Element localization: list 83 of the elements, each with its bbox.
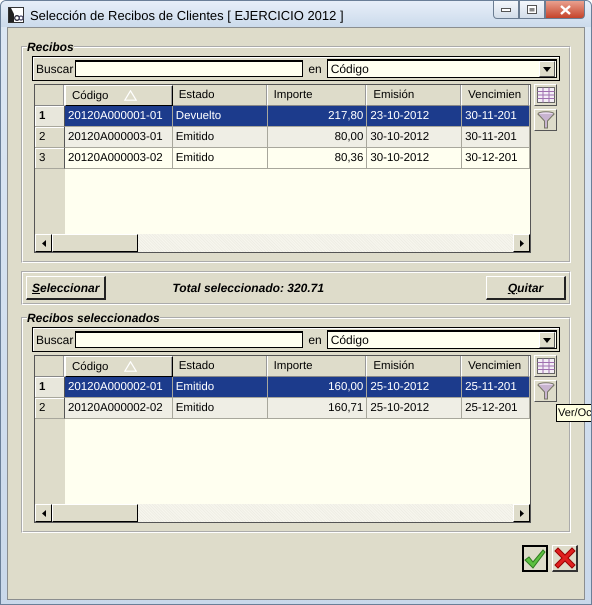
group-title: Recibos seleccionados (27, 311, 160, 325)
scroll-left-button[interactable] (35, 504, 52, 522)
column-header[interactable]: Importe (268, 356, 368, 377)
table-cell: 30-12-201 (462, 148, 530, 169)
columns-button[interactable] (534, 355, 557, 377)
scroll-right-button[interactable] (513, 234, 530, 252)
accept-button[interactable] (522, 545, 548, 572)
caret-icon (543, 66, 551, 72)
row-number: 1 (35, 377, 65, 398)
column-header[interactable]: Código (65, 85, 173, 106)
scroll-left-button[interactable] (35, 234, 52, 252)
dropdown-button[interactable] (539, 61, 555, 77)
remove-button[interactable]: Quitar (486, 276, 566, 300)
checkmark-icon (524, 548, 546, 568)
table-cell: 25-10-2012 (367, 398, 462, 419)
in-label: en (307, 332, 323, 346)
left-arrow-icon (42, 240, 46, 246)
filter-button[interactable] (534, 109, 557, 131)
minimize-button[interactable] (493, 1, 519, 19)
table-cell: 80,36 (268, 148, 368, 169)
in-label: en (307, 62, 323, 76)
app-icon (8, 7, 24, 23)
left-arrow-icon (42, 510, 46, 516)
columns-button[interactable] (534, 84, 557, 106)
caret-icon (543, 338, 551, 342)
row-number: 2 (35, 127, 65, 148)
select-button[interactable]: Seleccionar (26, 276, 106, 300)
funnel-icon (536, 111, 554, 129)
table-icon (536, 87, 554, 103)
scroll-thumb[interactable] (52, 234, 138, 252)
search-field[interactable] (75, 60, 304, 77)
column-header[interactable]: Importe (268, 85, 368, 106)
row-header-column (35, 169, 65, 234)
maximize-icon (527, 5, 537, 14)
close-icon (560, 4, 570, 14)
scroll-right-button[interactable] (513, 504, 530, 522)
table-row[interactable]: 2 20120A000003-01 Emitido 80,00 30-10-2012 30-11-201 (35, 127, 530, 148)
column-header[interactable]: Vencimien (462, 85, 530, 106)
horizontal-scrollbar[interactable] (35, 234, 530, 252)
maximize-button[interactable] (519, 1, 545, 19)
tooltip: Ver/Oc (556, 404, 591, 422)
table-cell: 20120A000002-02 (65, 398, 173, 419)
table-row[interactable]: 2 20120A000002-02 Emitido 160,71 25-10-2012 25-12-201 (35, 398, 530, 419)
horizontal-scrollbar[interactable] (35, 504, 530, 522)
table-cell: 20120A000003-02 (65, 148, 173, 169)
right-arrow-icon (520, 240, 524, 246)
table-cell: Emitido (172, 148, 268, 169)
column-dropdown[interactable]: Código (326, 330, 557, 349)
table-cell: 160,71 (268, 398, 368, 419)
minimize-icon (501, 8, 511, 12)
right-arrow-icon (520, 510, 524, 516)
column-header[interactable]: Código (65, 356, 173, 377)
group-title: Recibos (27, 40, 74, 54)
table-icon (536, 358, 554, 374)
column-dropdown[interactable]: Código (326, 59, 557, 78)
table-row[interactable]: 1 20120A000001-01 Devuelto 217,80 23-10-2012 30-11-201 (35, 106, 530, 127)
cancel-button[interactable] (552, 545, 578, 572)
cross-icon (554, 547, 576, 569)
dropdown-button[interactable] (539, 332, 555, 348)
table-cell: 25-12-201 (462, 398, 530, 419)
column-header[interactable]: Emisión (367, 85, 462, 106)
table-cell: Emitido (172, 398, 268, 419)
total-selected: Total seleccionado: 320.71 (172, 281, 326, 295)
row-number: 3 (35, 148, 65, 169)
row-number: 1 (35, 106, 65, 127)
column-header[interactable]: Vencimien (462, 356, 530, 377)
search-label: Buscar (35, 332, 74, 346)
table-cell: 30-10-2012 (367, 148, 462, 169)
column-header[interactable]: Estado (172, 85, 268, 106)
scroll-thumb[interactable] (52, 504, 138, 522)
search-label: Buscar (35, 62, 74, 76)
corner-header (35, 85, 65, 106)
close-button[interactable] (545, 1, 585, 19)
funnel-icon (536, 382, 554, 400)
column-header[interactable]: Estado (172, 356, 268, 377)
filter-button[interactable] (534, 380, 557, 402)
corner-header (35, 356, 65, 377)
window-title: Selección de Recibos de Clientes [ EJERCICIO 2012 ] (30, 8, 344, 22)
table-row[interactable]: 1 20120A000002-01 Emitido 160,00 25-10-2012 25-11-201 (35, 377, 530, 398)
column-header[interactable]: Emisión (367, 356, 462, 377)
table-row[interactable]: 3 20120A000003-02 Emitido 80,36 30-10-2012 30-12-201 (35, 148, 530, 169)
search-field[interactable] (75, 331, 304, 348)
row-number: 2 (35, 398, 65, 419)
